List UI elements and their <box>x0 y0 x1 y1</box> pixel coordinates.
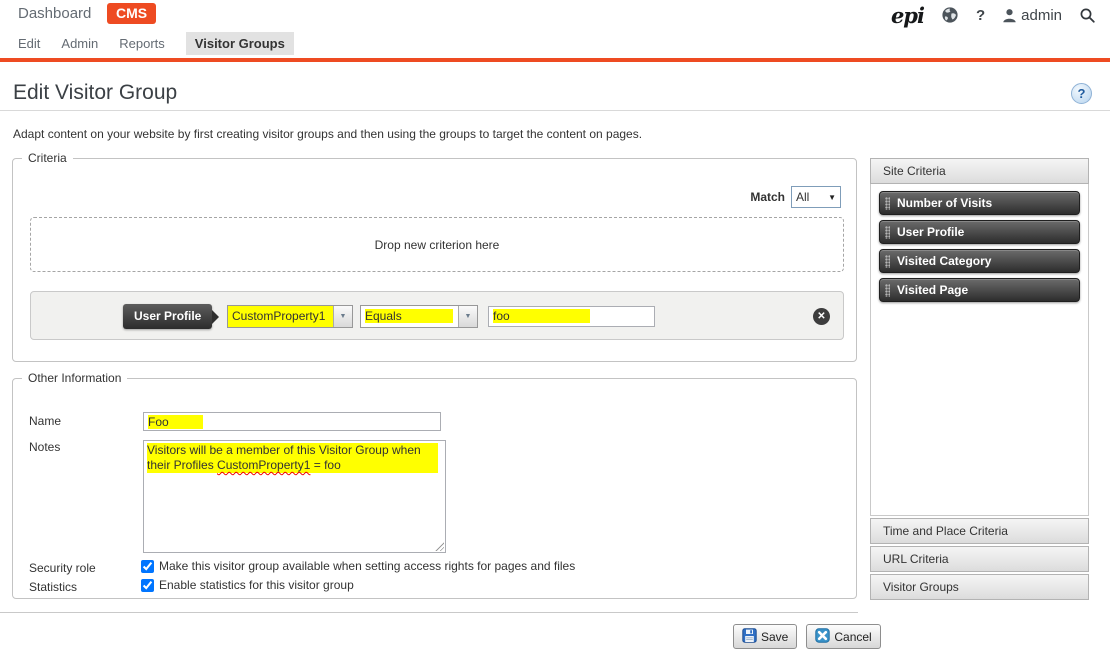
nav-item-admin[interactable]: Admin <box>61 36 98 51</box>
security-role-text: Make this visitor group available when s… <box>159 559 575 573</box>
drag-item-label: Visited Page <box>897 283 968 297</box>
user-menu[interactable]: admin <box>1002 7 1062 24</box>
chevron-down-icon: ▼ <box>333 306 352 327</box>
criteria-fieldset: Criteria Match All ▼ Drop new criterion … <box>12 151 857 362</box>
match-label: Match <box>750 190 785 204</box>
statistics-row: Enable statistics for this visitor group <box>141 578 354 592</box>
drag-handle-icon <box>885 255 890 268</box>
top-bar: Dashboard CMS epi ? ad <box>0 0 1110 30</box>
search-icon[interactable] <box>1079 7 1096 24</box>
other-information-fieldset: Other Information Name Foo Notes Visitor… <box>12 371 857 599</box>
criterion-value-input[interactable]: foo <box>488 306 655 327</box>
nav-item-visitor-groups[interactable]: Visitor Groups <box>186 32 294 55</box>
security-role-row: Make this visitor group available when s… <box>141 559 575 573</box>
draggable-number-of-visits[interactable]: Number of Visits <box>879 191 1080 215</box>
accordion-site-criteria[interactable]: Site Criteria <box>870 158 1089 184</box>
accent-divider <box>0 58 1110 62</box>
statistics-checkbox[interactable] <box>141 579 154 592</box>
accordion-time-and-place-criteria[interactable]: Time and Place Criteria <box>870 518 1089 544</box>
drag-item-label: Visited Category <box>897 254 991 268</box>
page-description: Adapt content on your website by first c… <box>13 127 642 141</box>
accordion-visitor-groups[interactable]: Visitor Groups <box>870 574 1089 600</box>
dashboard-link[interactable]: Dashboard <box>18 5 91 22</box>
draggable-user-profile[interactable]: User Profile <box>879 220 1080 244</box>
chevron-down-icon: ▼ <box>458 306 477 327</box>
criterion-value-text: foo <box>493 309 590 323</box>
name-value: Foo <box>148 415 203 429</box>
criterion-dropzone[interactable]: Drop new criterion here <box>30 217 844 272</box>
title-divider <box>0 110 1110 111</box>
actions-divider <box>0 612 858 613</box>
operator-select-value: Equals <box>365 309 453 323</box>
page-title: Edit Visitor Group <box>13 81 177 105</box>
drag-item-label: Number of Visits <box>897 196 992 210</box>
context-help-icon[interactable]: ? <box>1071 83 1092 104</box>
operator-select[interactable]: Equals ▼ <box>360 305 478 328</box>
other-information-legend: Other Information <box>22 371 127 385</box>
draggable-visited-category[interactable]: Visited Category <box>879 249 1080 273</box>
property-select[interactable]: CustomProperty1 ▼ <box>227 305 353 328</box>
match-row: Match All ▼ <box>750 186 841 208</box>
drag-item-label: User Profile <box>897 225 964 239</box>
criterion-row: User Profile CustomProperty1 ▼ Equals ▼ … <box>30 291 844 340</box>
criteria-legend: Criteria <box>22 151 73 165</box>
match-select[interactable]: All ▼ <box>791 186 841 208</box>
statistics-text: Enable statistics for this visitor group <box>159 578 354 592</box>
nav-item-edit[interactable]: Edit <box>18 36 40 51</box>
match-select-value: All <box>796 190 809 204</box>
help-link[interactable]: ? <box>976 7 985 24</box>
accordion-url-criteria[interactable]: URL Criteria <box>870 546 1089 572</box>
notes-label: Notes <box>29 440 60 454</box>
epi-logo: epi <box>891 3 924 28</box>
name-input[interactable]: Foo <box>143 412 441 431</box>
notes-line-1: Visitors will be a member of this Visito… <box>147 443 438 458</box>
dropzone-text: Drop new criterion here <box>375 238 500 252</box>
drag-handle-icon <box>885 197 890 210</box>
misspelled-word: CustomProperty1 <box>217 458 310 472</box>
chevron-down-icon: ▼ <box>828 193 836 202</box>
statistics-label: Statistics <box>29 580 77 594</box>
save-icon <box>742 628 757 646</box>
cms-nav: Edit Admin Reports Visitor Groups <box>18 31 294 55</box>
drag-handle-icon <box>885 226 890 239</box>
username-label: admin <box>1021 7 1062 24</box>
property-select-value: CustomProperty1 <box>228 306 333 327</box>
edit-visitor-group-page: Dashboard CMS epi ? ad <box>0 0 1110 660</box>
globe-icon[interactable] <box>941 6 959 24</box>
draggable-visited-page[interactable]: Visited Page <box>879 278 1080 302</box>
cancel-button-label: Cancel <box>834 630 871 644</box>
remove-criterion-icon[interactable]: ✕ <box>813 308 830 325</box>
save-button-label: Save <box>761 630 788 644</box>
criterion-type-tag[interactable]: User Profile <box>123 304 212 329</box>
notes-line-2: their Profiles CustomProperty1 = foo <box>147 458 438 473</box>
user-icon <box>1002 8 1017 23</box>
name-label: Name <box>29 414 61 428</box>
criteria-sidebar: Site Criteria Number of Visits User Prof… <box>870 158 1089 600</box>
textarea-resize-handle[interactable] <box>434 541 444 551</box>
cancel-button[interactable]: Cancel <box>806 624 880 649</box>
site-criteria-panel: Number of Visits User Profile Visited Ca… <box>870 184 1089 516</box>
nav-item-reports[interactable]: Reports <box>119 36 165 51</box>
action-buttons: Save Cancel <box>733 624 881 649</box>
security-role-checkbox[interactable] <box>141 560 154 573</box>
notes-highlighted-text: Visitors will be a member of this Visito… <box>147 443 438 473</box>
security-role-label: Security role <box>29 561 96 575</box>
save-button[interactable]: Save <box>733 624 797 649</box>
collapsed-panels: Time and Place Criteria URL Criteria Vis… <box>870 518 1089 600</box>
top-right-cluster: epi ? admin <box>891 1 1096 29</box>
notes-textarea[interactable]: Visitors will be a member of this Visito… <box>143 440 446 553</box>
cms-tab[interactable]: CMS <box>107 3 156 24</box>
cancel-icon <box>815 628 830 646</box>
drag-handle-icon <box>885 284 890 297</box>
